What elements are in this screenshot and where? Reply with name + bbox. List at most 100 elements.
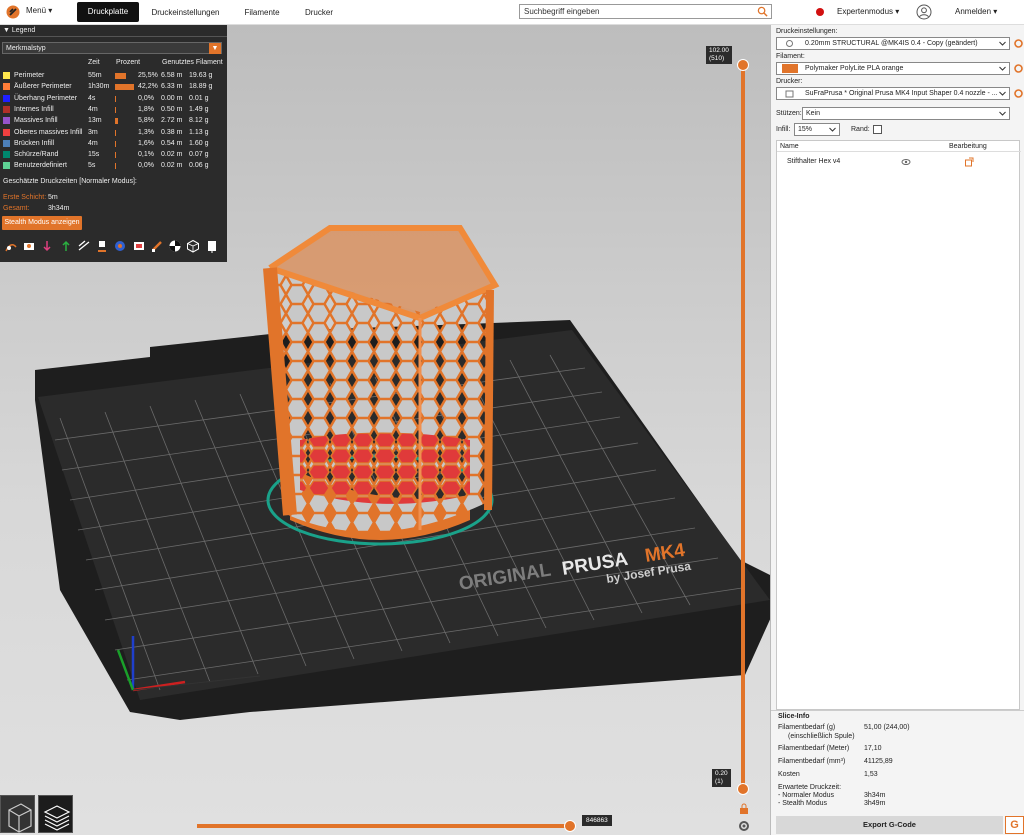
expert-mode-button[interactable]: Expertenmodus ▾ <box>837 7 899 16</box>
filament-value: Polymaker PolyLite PLA orange <box>805 65 904 72</box>
login-button[interactable]: Anmelden ▾ <box>955 7 997 16</box>
legend-feature-row[interactable]: Massives Infill 13m 5,8% 2.72 m 8.12 g <box>0 115 227 126</box>
layer-slider-bottom-thumb[interactable] <box>737 783 749 795</box>
object-row[interactable]: Stifthalter Hex v4 <box>777 156 1019 168</box>
shells-icon[interactable] <box>186 239 200 253</box>
feature-time: 5s <box>88 162 96 170</box>
retractions-icon[interactable] <box>40 239 54 253</box>
pause-prints-icon[interactable] <box>132 239 146 253</box>
tab-druckplatte[interactable]: Druckplatte <box>77 2 139 22</box>
legend-col-filament: Genutztes Filament <box>162 59 223 66</box>
lock-icon[interactable] <box>738 803 750 815</box>
feature-meters: 0.50 m <box>161 105 183 113</box>
first-layer-value: 5m <box>48 194 58 201</box>
supports-select[interactable]: Kein <box>802 107 1010 120</box>
edit-icon[interactable] <box>964 157 974 167</box>
stealth-mode-button[interactable]: Stealth Modus anzeigen <box>2 216 82 230</box>
printer-gear-icon[interactable] <box>1013 88 1024 99</box>
tool-marker-icon[interactable] <box>205 239 219 253</box>
print-settings-gear-icon[interactable] <box>1013 38 1024 49</box>
top-layer-height: 102.00 <box>709 47 729 54</box>
feature-grams: 1.49 g <box>189 105 209 113</box>
col-name-header: Name <box>780 143 799 150</box>
si-normal-mode-label: - Normaler Modus <box>778 792 835 799</box>
feature-percent: 0,0% <box>138 162 154 170</box>
feature-color-swatch <box>3 162 10 170</box>
tab-filamente[interactable]: Filamente <box>237 0 287 25</box>
cube-icon <box>8 803 32 833</box>
feature-percent: 1,8% <box>138 105 154 113</box>
view-type-select[interactable]: Merkmalstyp ▼ <box>2 42 222 54</box>
legend-feature-row[interactable]: Äußerer Perimeter 1h30m 42,2% 6.33 m 18.89 g <box>0 81 227 92</box>
tab-druckeinstellungen[interactable]: Druckeinstellungen <box>148 0 223 25</box>
legend-panel: ▼ Legend Merkmalstyp ▼ Zeit Prozent Genu… <box>0 25 227 262</box>
infill-select[interactable]: 15% <box>794 123 840 136</box>
feature-grams: 19.63 g <box>189 72 213 79</box>
legend-col-time: Zeit <box>88 59 100 66</box>
travel-icon[interactable] <box>4 239 18 253</box>
legend-feature-row[interactable]: Perimeter 55m 25,5% 6.58 m 19.63 g <box>0 70 227 81</box>
export-gcode-button[interactable]: Export G-Code <box>776 816 1003 834</box>
chevron-down-icon <box>999 111 1006 116</box>
brim-checkbox[interactable] <box>873 125 882 134</box>
search-icon[interactable] <box>757 6 768 17</box>
seams-icon[interactable] <box>77 239 91 253</box>
legend-header[interactable]: ▼ Legend <box>0 25 227 37</box>
feature-percent-bar <box>115 118 118 125</box>
feature-percent-bar <box>115 129 116 136</box>
wipe-icon[interactable] <box>22 239 36 253</box>
tab-drucker[interactable]: Drucker <box>296 0 342 25</box>
move-slider-track[interactable] <box>197 824 572 828</box>
center-of-gravity-icon[interactable] <box>168 239 182 253</box>
settings-cog-icon[interactable] <box>738 820 750 832</box>
preview-view-button[interactable] <box>38 795 73 833</box>
legend-feature-row[interactable]: Benutzerdefiniert 5s 0,0% 0.02 m 0.06 g <box>0 160 227 171</box>
bottom-layer-height: 0.20 <box>715 770 728 777</box>
feature-percent-bar <box>115 95 116 102</box>
layer-slider-top-thumb[interactable] <box>737 59 749 71</box>
tool-changes-icon[interactable] <box>95 239 109 253</box>
feature-time: 3m <box>88 128 98 136</box>
eye-icon[interactable] <box>901 157 911 167</box>
legend-feature-row[interactable]: Internes Infill 4m 1,8% 0.50 m 1.49 g <box>0 104 227 115</box>
move-slider-thumb[interactable] <box>564 820 576 832</box>
feature-color-swatch <box>3 105 10 113</box>
printer-select[interactable]: SuFraPrusa * Original Prusa MK4 Input Sh… <box>776 87 1010 100</box>
move-count-label: 846863 <box>582 815 612 826</box>
col-edit-header: Bearbeitung <box>949 143 987 150</box>
custom-gcode-icon[interactable] <box>150 239 164 253</box>
feature-meters: 6.33 m <box>161 83 183 91</box>
color-changes-icon[interactable] <box>113 239 127 253</box>
legend-feature-row[interactable]: Schürze/Rand 15s 0,1% 0.02 m 0.07 g <box>0 149 227 160</box>
filament-gear-icon[interactable] <box>1013 63 1024 74</box>
search-placeholder: Suchbegriff eingeben <box>524 7 600 16</box>
feature-name: Benutzerdefiniert <box>14 162 67 170</box>
chevron-down-icon: ▼ <box>209 43 221 54</box>
feature-grams: 8.12 g <box>189 117 209 125</box>
total-value: 3h34m <box>48 205 70 212</box>
user-avatar-icon[interactable] <box>916 4 932 20</box>
gcode-viewer-icon[interactable]: G <box>1005 816 1024 834</box>
deretractions-icon[interactable] <box>59 239 73 253</box>
mode-indicator-dot <box>816 8 824 16</box>
view-type-value: Merkmalstyp <box>6 45 46 52</box>
supports-label: Stützen: <box>776 110 802 117</box>
si-time-label: Erwartete Druckzeit: <box>778 784 842 791</box>
feature-percent: 1,6% <box>138 139 154 147</box>
feature-color-swatch <box>3 94 10 102</box>
3d-view-button[interactable] <box>0 795 35 833</box>
layer-slider-track[interactable] <box>741 64 745 791</box>
chevron-down-icon <box>999 91 1006 96</box>
legend-feature-row[interactable]: Oberes massives Infill 3m 1,3% 0.38 m 1.13 g <box>0 127 227 138</box>
search-input[interactable]: Suchbegriff eingeben <box>519 4 772 19</box>
legend-feature-row[interactable]: Brücken Infill 4m 1,6% 0.54 m 1.60 g <box>0 138 227 149</box>
filament-select[interactable]: Polymaker PolyLite PLA orange <box>776 62 1010 75</box>
si-cost-label: Kosten <box>778 771 800 778</box>
menu-button[interactable]: Menü ▾ <box>26 6 52 15</box>
feature-time: 4s <box>88 94 96 102</box>
print-settings-select[interactable]: 0.20mm STRUCTURAL @MK4IS 0.4 - Copy (geä… <box>776 37 1010 50</box>
legend-feature-row[interactable]: Überhang Perimeter 4s 0,0% 0.00 m 0.01 g <box>0 93 227 104</box>
feature-meters: 6.58 m <box>161 72 183 79</box>
model-floor-infill <box>300 432 470 504</box>
feature-percent-bar <box>115 73 126 79</box>
